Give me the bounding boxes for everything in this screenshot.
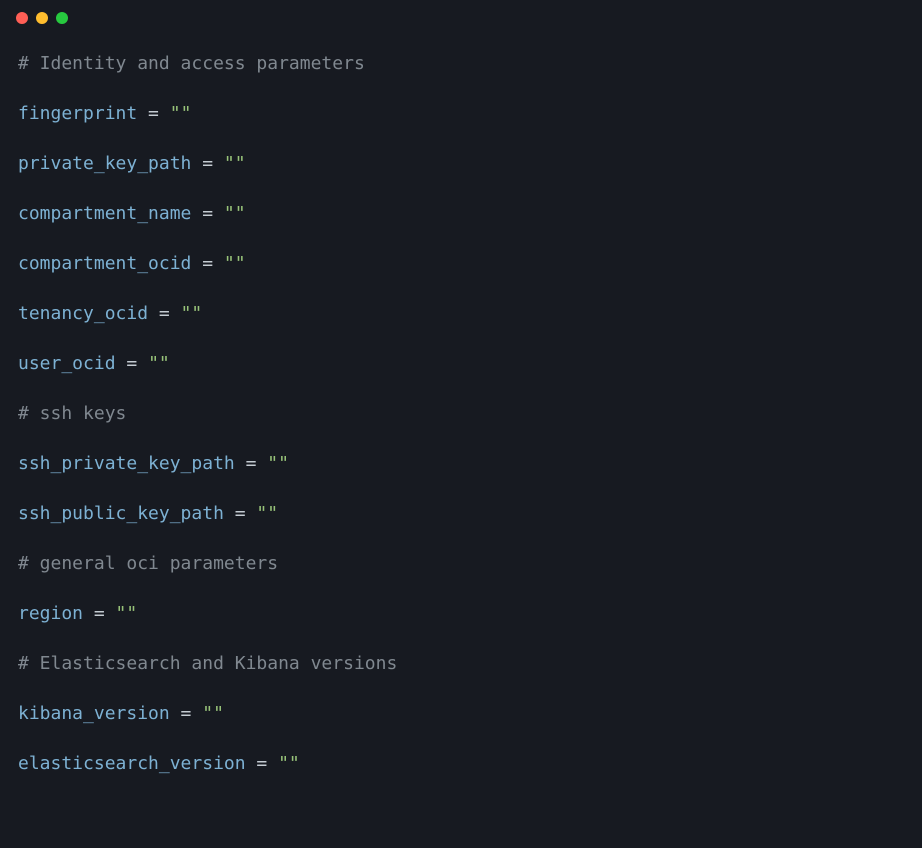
minimize-icon[interactable] [36,12,48,24]
string-value: "" [116,603,138,624]
string-value: "" [202,703,224,724]
code-line: ssh_private_key_path = "" [18,450,904,477]
code-line: compartment_ocid = "" [18,250,904,277]
code-line: fingerprint = "" [18,100,904,127]
variable-name: tenancy_ocid [18,303,148,324]
string-value: "" [181,303,203,324]
variable-name: elasticsearch_version [18,753,246,774]
code-line: user_ocid = "" [18,350,904,377]
string-value: "" [224,253,246,274]
code-line: elasticsearch_version = "" [18,750,904,777]
string-value: "" [267,453,289,474]
code-line: # ssh keys [18,400,904,427]
code-line: compartment_name = "" [18,200,904,227]
code-line: tenancy_ocid = "" [18,300,904,327]
code-line: ssh_public_key_path = "" [18,500,904,527]
equals-op: = [116,353,149,374]
code-editor[interactable]: # Identity and access parameters fingerp… [0,36,922,791]
variable-name: kibana_version [18,703,170,724]
equals-op: = [170,703,203,724]
string-value: "" [224,153,246,174]
string-value: "" [224,203,246,224]
string-value: "" [278,753,300,774]
comment-text: # ssh keys [18,403,126,424]
code-line: # Elasticsearch and Kibana versions [18,650,904,677]
variable-name: compartment_name [18,203,191,224]
string-value: "" [256,503,278,524]
titlebar [0,0,922,36]
equals-op: = [235,453,268,474]
variable-name: private_key_path [18,153,191,174]
code-line: # Identity and access parameters [18,50,904,77]
code-line: region = "" [18,600,904,627]
maximize-icon[interactable] [56,12,68,24]
variable-name: ssh_public_key_path [18,503,224,524]
variable-name: compartment_ocid [18,253,191,274]
code-line: # general oci parameters [18,550,904,577]
code-line: kibana_version = "" [18,700,904,727]
equals-op: = [137,103,170,124]
equals-op: = [191,153,224,174]
variable-name: user_ocid [18,353,116,374]
equals-op: = [246,753,279,774]
string-value: "" [170,103,192,124]
equals-op: = [83,603,116,624]
equals-op: = [191,203,224,224]
comment-text: # general oci parameters [18,553,278,574]
comment-text: # Identity and access parameters [18,53,365,74]
equals-op: = [191,253,224,274]
comment-text: # Elasticsearch and Kibana versions [18,653,397,674]
equals-op: = [148,303,181,324]
code-line: private_key_path = "" [18,150,904,177]
equals-op: = [224,503,257,524]
variable-name: region [18,603,83,624]
variable-name: ssh_private_key_path [18,453,235,474]
variable-name: fingerprint [18,103,137,124]
close-icon[interactable] [16,12,28,24]
string-value: "" [148,353,170,374]
